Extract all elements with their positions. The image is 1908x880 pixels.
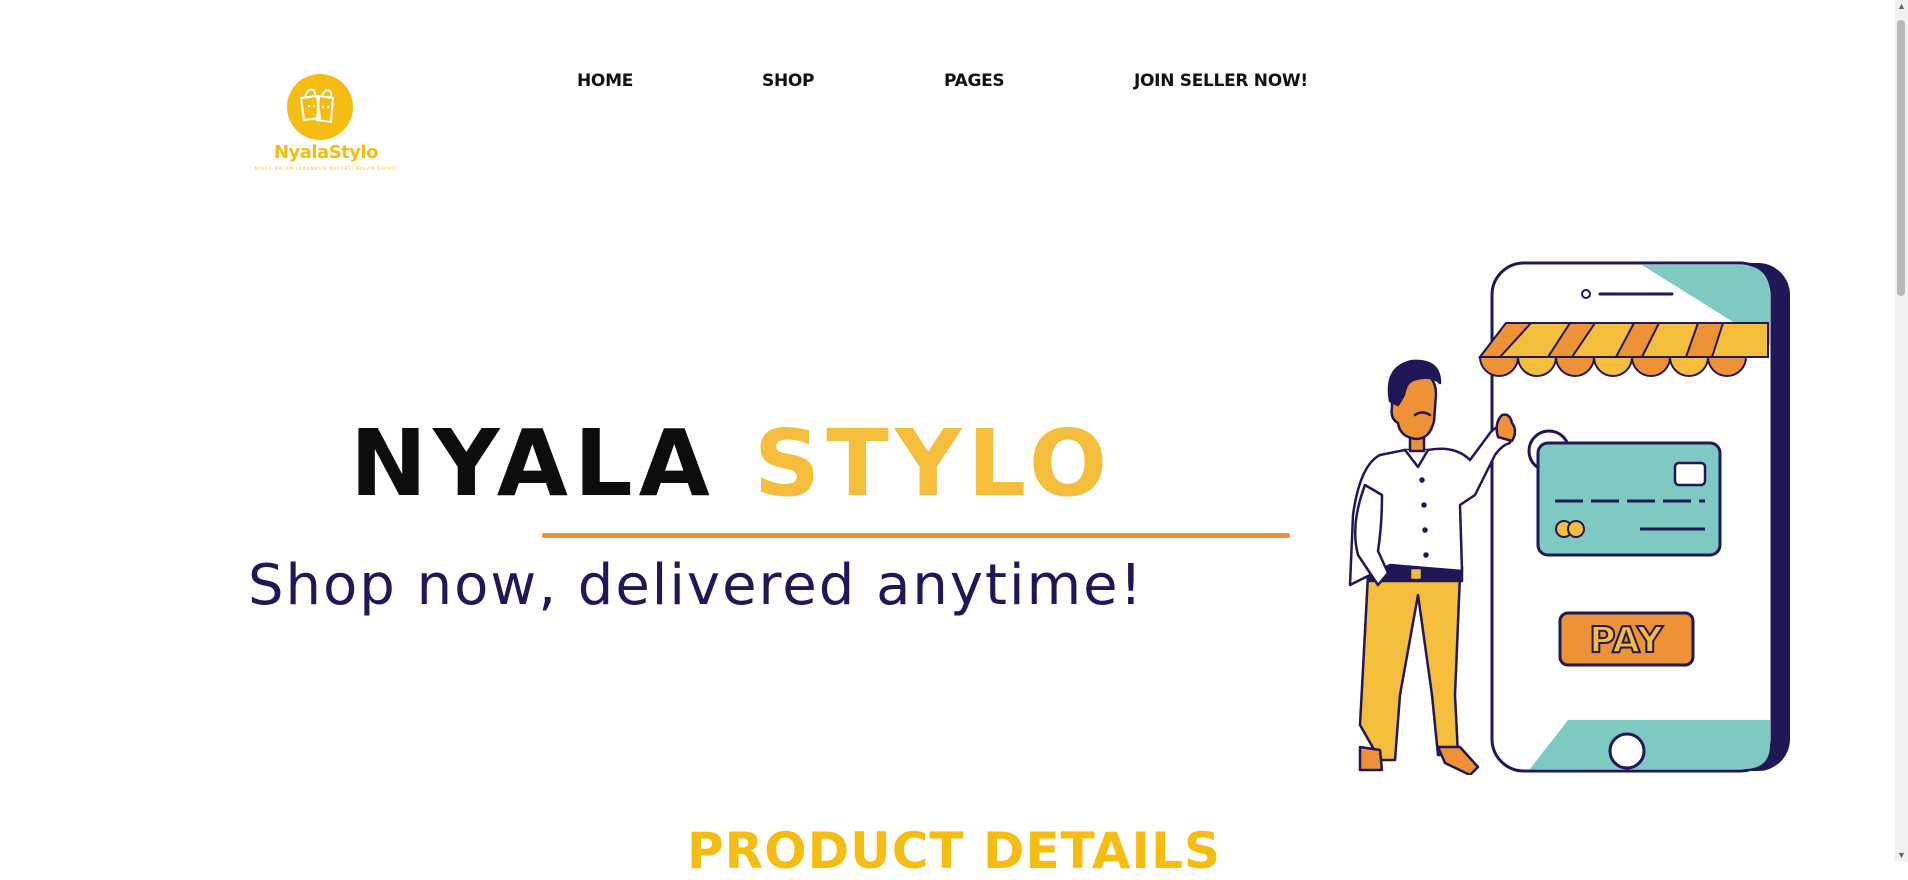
shopping-bags-icon [287,74,353,140]
hero-subtitle: Shop now, delivered anytime! [248,553,1145,618]
scroll-down-arrow-icon[interactable]: ▼ [1897,851,1906,860]
product-details-heading: PRODUCT DETAILS [686,822,1222,880]
hero-divider-line [542,533,1290,538]
brand-tagline: NYALA DALAM INDONESIA BERARTI DALAM KAYU… [254,166,398,171]
nav-item-shop[interactable]: SHOP [762,71,814,91]
brand-name: NyalaStylo [273,142,379,163]
scrollbar-thumb[interactable] [1897,20,1905,296]
page-scrollbar[interactable]: ▲ ▼ [1894,0,1908,862]
hero-title-part1: NYALA [350,410,716,517]
hero-title: NYALA STYLO [350,418,1113,510]
nav-item-home[interactable]: HOME [577,71,633,91]
nav-item-join-seller[interactable]: JOIN SELLER NOW! [1134,71,1308,91]
hero-title-part2: STYLO [753,410,1114,517]
scroll-up-arrow-icon[interactable]: ▲ [1897,2,1906,11]
brand-logo[interactable]: NyalaStylo NYALA DALAM INDONESIA BERARTI… [252,72,400,177]
nav-item-pages[interactable]: PAGES [944,71,1005,91]
pay-button-label: PAY [1589,620,1663,661]
online-shop-payment-illustration: PAY [1348,261,1790,775]
